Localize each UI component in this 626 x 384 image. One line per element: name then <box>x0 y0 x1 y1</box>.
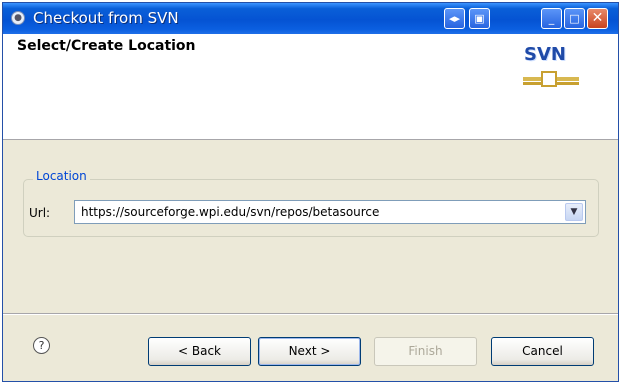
url-combo-box[interactable]: https://sourceforge.wpi.edu/svn/repos/be… <box>74 200 586 224</box>
cancel-button[interactable]: Cancel <box>491 337 594 366</box>
restore-icon[interactable]: ◂▸ <box>444 8 465 29</box>
chevron-down-icon[interactable]: ▼ <box>565 203 583 221</box>
help-icon[interactable]: ? <box>33 337 50 354</box>
svn-app-icon: ● <box>11 11 25 25</box>
url-input[interactable]: https://sourceforge.wpi.edu/svn/repos/be… <box>81 205 379 219</box>
page-title: Select/Create Location <box>17 38 196 54</box>
back-button[interactable]: < Back <box>148 337 251 366</box>
url-label: Url: <box>29 206 50 220</box>
svn-logo-text: SVN <box>524 44 566 65</box>
maximize-window-icon[interactable]: □ <box>564 8 585 29</box>
close-icon[interactable]: ✕ <box>587 8 608 29</box>
svn-logo: SVN <box>521 41 581 99</box>
checkout-dialog: ● Checkout from SVN ◂▸ ▣ _ □ ✕ Select/Cr… <box>2 2 619 382</box>
minimize-icon[interactable]: _ <box>541 8 562 29</box>
title-bar[interactable]: ● Checkout from SVN ◂▸ ▣ _ □ ✕ <box>3 3 618 34</box>
maximize-icon[interactable]: ▣ <box>469 8 490 29</box>
location-legend: Location <box>33 169 90 183</box>
finish-button: Finish <box>374 337 477 366</box>
next-button[interactable]: Next > <box>258 337 361 366</box>
footer-divider <box>3 313 618 315</box>
window-title: Checkout from SVN <box>33 9 179 27</box>
url-label-text: Url: <box>29 206 51 220</box>
